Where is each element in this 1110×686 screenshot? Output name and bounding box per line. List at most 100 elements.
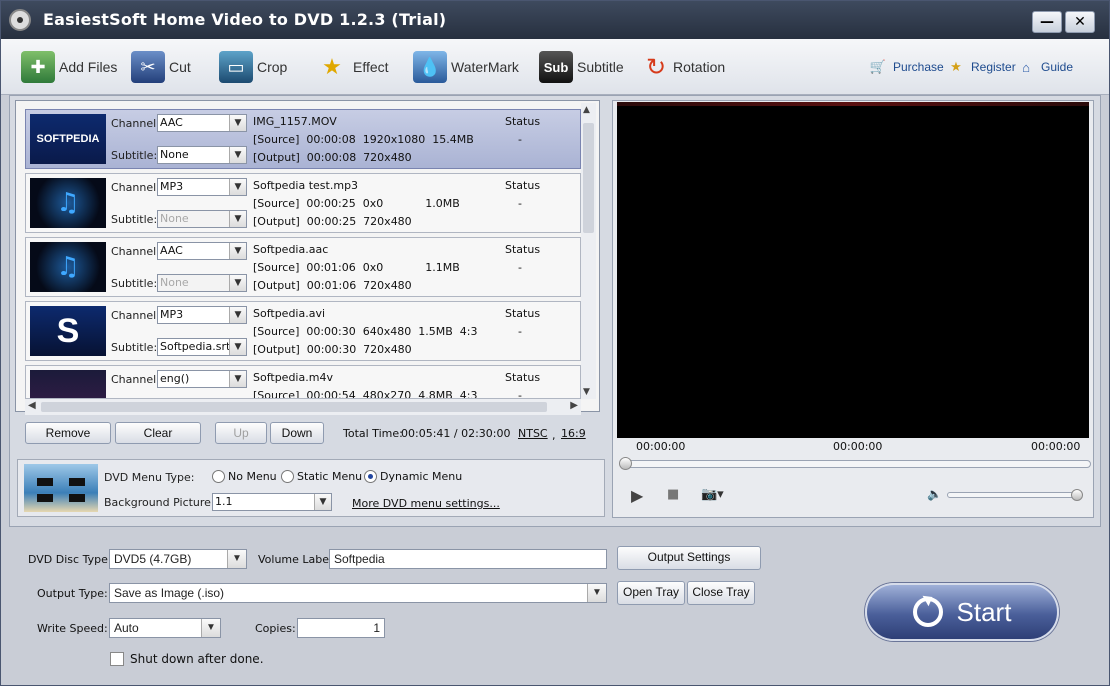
tv-standard-link[interactable]: NTSC <box>518 427 548 440</box>
add-files-label: Add Files <box>59 59 118 75</box>
time-current: 00:00:00 <box>833 440 883 453</box>
radio-no-menu[interactable]: No Menu <box>212 470 277 483</box>
subtitle-select[interactable]: None ▼ <box>157 274 247 292</box>
channel-select[interactable]: AAC ▼ <box>157 114 247 132</box>
subtitle-select[interactable]: None ▼ <box>157 210 247 228</box>
status-value: - <box>518 197 522 210</box>
disc-type-label: DVD Disc Type: <box>28 553 112 566</box>
channel-label: Channel: <box>111 245 160 258</box>
chevron-down-icon: ▼ <box>587 584 606 602</box>
scroll-up-icon[interactable]: ▲ <box>583 105 590 115</box>
start-button[interactable]: Start <box>865 583 1059 641</box>
cut-label: Cut <box>169 59 191 75</box>
guide-link[interactable]: ⌂ Guide <box>1017 58 1073 76</box>
channel-select[interactable]: eng() ▼ <box>157 370 247 388</box>
output-type-select[interactable]: Save as Image (.iso) ▼ <box>109 583 607 603</box>
file-name: Softpedia test.mp3 <box>253 179 359 192</box>
purchase-link[interactable]: 🛒 Purchase <box>869 58 944 76</box>
clear-button[interactable]: Clear <box>115 422 201 444</box>
dvd-menu-thumbnail[interactable] <box>24 464 98 512</box>
background-picture-select[interactable]: 1.1 ▼ <box>212 493 332 511</box>
channel-value: MP3 <box>160 180 184 193</box>
scroll-down-icon[interactable]: ▼ <box>583 387 590 397</box>
hscrollbar-thumb[interactable] <box>41 402 547 412</box>
dvd-menu-type-label: DVD Menu Type: <box>104 471 195 484</box>
register-link[interactable]: ★ Register <box>947 58 1016 76</box>
minimize-button[interactable]: — <box>1032 11 1062 33</box>
subtitle-button[interactable]: Sub Subtitle <box>539 49 624 85</box>
chevron-down-icon: ▼ <box>229 147 246 163</box>
scroll-left-icon[interactable]: ◀ <box>28 400 36 411</box>
add-files-icon: ✚ <box>21 51 55 83</box>
radio-dynamic-menu[interactable]: Dynamic Menu <box>364 470 462 483</box>
down-button[interactable]: Down <box>270 422 324 444</box>
play-icon[interactable]: ▶ <box>631 486 643 505</box>
watermark-label: WaterMark <box>451 59 519 75</box>
write-speed-select[interactable]: Auto ▼ <box>109 618 221 638</box>
file-list-vertical-scrollbar[interactable]: ▲ ▼ <box>581 103 596 399</box>
cut-button[interactable]: ✂ Cut <box>131 49 191 85</box>
subtitle-value: None <box>160 212 189 225</box>
stop-icon[interactable]: ■ <box>667 487 679 502</box>
volume-label-value: Softpedia <box>334 552 385 566</box>
channel-label: Channel: <box>111 181 160 194</box>
file-row[interactable]: ♫ Channel: MP3 ▼ Subtitle: None ▼ Softpe… <box>25 173 581 233</box>
channel-value: AAC <box>160 244 183 257</box>
more-dvd-menu-settings-link[interactable]: More DVD menu settings... <box>352 497 500 510</box>
radio-dot <box>281 470 294 483</box>
volume-slider[interactable] <box>947 492 1081 498</box>
rotation-button[interactable]: ↻ Rotation <box>643 49 725 85</box>
playback-progress-bar[interactable] <box>621 460 1091 468</box>
remove-button[interactable]: Remove <box>25 422 111 444</box>
subtitle-select[interactable]: None ▼ <box>157 146 247 164</box>
crop-button[interactable]: ▭ Crop <box>219 49 287 85</box>
chevron-down-icon: ▼ <box>229 243 246 259</box>
write-speed-label: Write Speed: <box>37 622 108 635</box>
file-row[interactable]: Channel: eng() ▼ Softpedia.m4v [Source] … <box>25 365 581 399</box>
video-preview-screen <box>617 102 1089 438</box>
title-bar: EasiestSoft Home Video to DVD 1.2.3 (Tri… <box>1 1 1109 39</box>
register-label: Register <box>971 60 1016 74</box>
chevron-down-icon: ▼ <box>229 339 246 355</box>
channel-label: Channel: <box>111 309 160 322</box>
status-label: Status <box>505 243 541 256</box>
volume-label-input[interactable]: Softpedia <box>329 549 607 569</box>
playback-progress-knob[interactable] <box>619 457 632 470</box>
channel-select[interactable]: MP3 ▼ <box>157 306 247 324</box>
channel-value: eng() <box>160 372 190 385</box>
file-name: IMG_1157.MOV <box>253 115 337 128</box>
disc-type-select[interactable]: DVD5 (4.7GB) ▼ <box>109 549 247 569</box>
file-list-horizontal-scrollbar[interactable]: ◀ ▶ <box>25 399 581 415</box>
volume-knob[interactable] <box>1071 489 1083 501</box>
up-button[interactable]: Up <box>215 422 267 444</box>
subtitle-select[interactable]: Softpedia.srt ▼ <box>157 338 247 356</box>
shutdown-checkbox[interactable] <box>110 652 124 666</box>
subtitle-value: None <box>160 148 189 161</box>
volume-icon: 🔈 <box>927 487 942 501</box>
channel-select[interactable]: MP3 ▼ <box>157 178 247 196</box>
open-tray-button[interactable]: Open Tray <box>617 581 685 605</box>
close-button[interactable]: ✕ <box>1065 11 1095 33</box>
crop-icon: ▭ <box>219 51 253 83</box>
output-settings-button[interactable]: Output Settings <box>617 546 761 570</box>
watermark-drop-icon: 💧 <box>413 51 447 83</box>
status-value: - <box>518 133 522 146</box>
radio-static-menu[interactable]: Static Menu <box>281 470 362 483</box>
file-row[interactable]: SOFTPEDIA Channel: AAC ▼ Subtitle: None … <box>25 109 581 169</box>
watermark-button[interactable]: 💧 WaterMark <box>413 49 519 85</box>
toolbar: ✚ Add Files ✂ Cut ▭ Crop ★ Effect 💧 Wate… <box>1 39 1109 95</box>
scroll-right-icon[interactable]: ▶ <box>570 400 578 411</box>
file-row[interactable]: S Channel: MP3 ▼ Subtitle: Softpedia.srt… <box>25 301 581 361</box>
source-info: [Source] 00:00:30 640x480 1.5MB 4:3 <box>253 325 478 338</box>
refresh-icon <box>912 597 943 627</box>
copies-input[interactable]: 1 <box>297 618 385 638</box>
channel-select[interactable]: AAC ▼ <box>157 242 247 260</box>
file-row[interactable]: ♫ Channel: AAC ▼ Subtitle: None ▼ Softpe… <box>25 237 581 297</box>
aspect-ratio-link[interactable]: 16:9 <box>561 427 586 440</box>
add-files-button[interactable]: ✚ Add Files <box>21 49 117 85</box>
scrollbar-thumb[interactable] <box>583 123 594 233</box>
effect-button[interactable]: ★ Effect <box>315 49 388 85</box>
close-tray-button[interactable]: Close Tray <box>687 581 755 605</box>
status-value: - <box>518 261 522 274</box>
snapshot-camera-icon[interactable]: 📷▾ <box>701 487 724 502</box>
